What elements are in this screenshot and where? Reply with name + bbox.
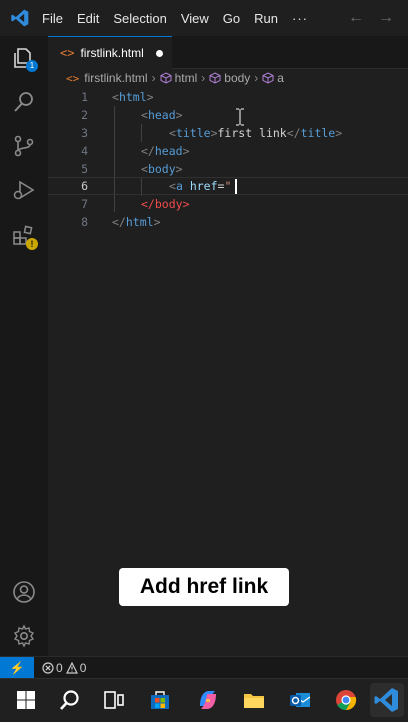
remote-indicator-icon[interactable]: ⚡ [0,657,34,679]
line-number: 7 [81,197,88,211]
windows-taskbar [0,678,408,721]
extensions-button[interactable]: ! [12,224,38,250]
copilot-icon [200,691,216,709]
vscode-app-button[interactable] [370,683,404,717]
error-count: 0 [56,661,63,675]
tab-firstlink-html[interactable]: <> firstlink.html [48,36,172,69]
vscode-logo-icon [11,9,29,27]
code-text: </head> [141,144,190,158]
breadcrumb-separator: › [201,71,206,85]
code-line[interactable]: 2 <head> [48,106,408,124]
html-file-icon: <> [60,46,75,60]
line-number: 1 [81,90,88,104]
text-cursor [235,179,237,194]
manage-button[interactable] [12,624,36,648]
chrome-app-button[interactable] [332,686,360,714]
code-line[interactable]: 5 <body> [48,160,408,178]
code-line[interactable]: 3 <title>first link</title> [48,124,408,142]
code-text: <html> [112,90,154,104]
run-debug-button[interactable] [12,178,36,202]
unsaved-dot-icon[interactable] [155,49,163,57]
menu-file[interactable]: File [42,11,63,26]
breadcrumb-separator: › [254,71,259,85]
status-bar: ⚡ 0 0 [0,656,408,679]
breadcrumb-html[interactable]: html [175,71,198,85]
code-line-active[interactable]: 6 <a href=" [48,177,408,195]
menu-run[interactable]: Run [254,11,278,26]
line-number: 2 [81,108,88,122]
element-icon [262,72,274,84]
gear-icon [13,624,35,648]
store-app-button[interactable] [146,686,174,714]
windows-logo-icon [17,691,35,709]
warning-icon [65,662,78,674]
line-number: 8 [81,215,88,229]
store-icon [151,691,169,709]
folder-icon [244,694,264,708]
line-number: 3 [81,126,88,140]
taskbar-search-button[interactable] [56,686,84,714]
task-view-button[interactable] [100,686,128,714]
accounts-button[interactable] [12,580,36,604]
menu-go[interactable]: Go [223,11,240,26]
extensions-warning-icon: ! [26,238,38,250]
line-number: 5 [81,162,88,176]
chrome-icon [336,690,357,711]
code-text: </html> [112,215,161,229]
copilot-app-button[interactable] [194,686,222,714]
file-explorer-button[interactable] [240,686,268,714]
breadcrumb-html-file-icon: <> [66,71,80,85]
source-control-button[interactable] [12,134,36,158]
breadcrumb-a[interactable]: a [277,71,284,85]
breadcrumb: <> firstlink.html › html › body › a [48,69,408,87]
back-arrow-icon[interactable]: ← [348,9,364,27]
menu-bar: File Edit Selection View Go Run ··· [42,11,322,26]
code-editor[interactable]: 1 <html> 2 <head> 3 <title>first link</t… [48,88,408,648]
vscode-taskbar-icon [374,688,398,712]
code-text: <head> [141,108,183,122]
menu-selection[interactable]: Selection [113,11,166,26]
code-line[interactable]: 8 </html> [48,213,408,231]
code-line[interactable]: 4 </head> [48,142,408,160]
breadcrumb-separator: › [151,71,156,85]
problems-indicator[interactable]: 0 0 [42,661,89,675]
forward-arrow-icon[interactable]: → [378,9,394,27]
ibeam-cursor-icon [236,108,244,126]
run-debug-icon [13,180,35,200]
code-line[interactable]: 7 </body> [48,195,408,213]
menu-edit[interactable]: Edit [77,11,99,26]
code-text: <a href=" [169,179,232,193]
menu-view[interactable]: View [181,11,209,26]
search-icon [14,92,33,112]
line-number: 4 [81,144,88,158]
menu-more-icon[interactable]: ··· [292,11,308,26]
search-button[interactable] [12,90,36,114]
source-control-icon [14,135,34,157]
warning-count: 0 [79,661,87,675]
start-button[interactable] [12,686,40,714]
taskbar-search-icon [60,690,79,710]
element-icon [160,72,172,84]
code-text: <title>first link</title> [169,126,343,140]
account-icon [13,581,35,603]
code-line[interactable]: 1 <html> [48,88,408,106]
code-text: </body> [141,197,190,211]
explorer-button[interactable]: 1 [12,46,38,72]
title-bar: File Edit Selection View Go Run ··· ← → [0,0,408,36]
line-number: 6 [81,179,88,193]
explorer-badge: 1 [26,60,38,72]
nav-arrows: ← → [334,9,394,27]
breadcrumb-body[interactable]: body [224,71,250,85]
breadcrumb-file[interactable]: firstlink.html [84,71,147,85]
editor-tabs: <> firstlink.html [48,36,408,69]
error-icon [42,662,54,674]
activity-bar: 1 ! [0,36,48,656]
task-view-icon [104,691,124,709]
outlook-icon [290,693,311,707]
video-caption: Add href link [119,568,289,606]
element-icon [209,72,221,84]
tab-label: firstlink.html [80,46,144,60]
code-text: <body> [141,162,183,176]
outlook-app-button[interactable] [286,686,314,714]
